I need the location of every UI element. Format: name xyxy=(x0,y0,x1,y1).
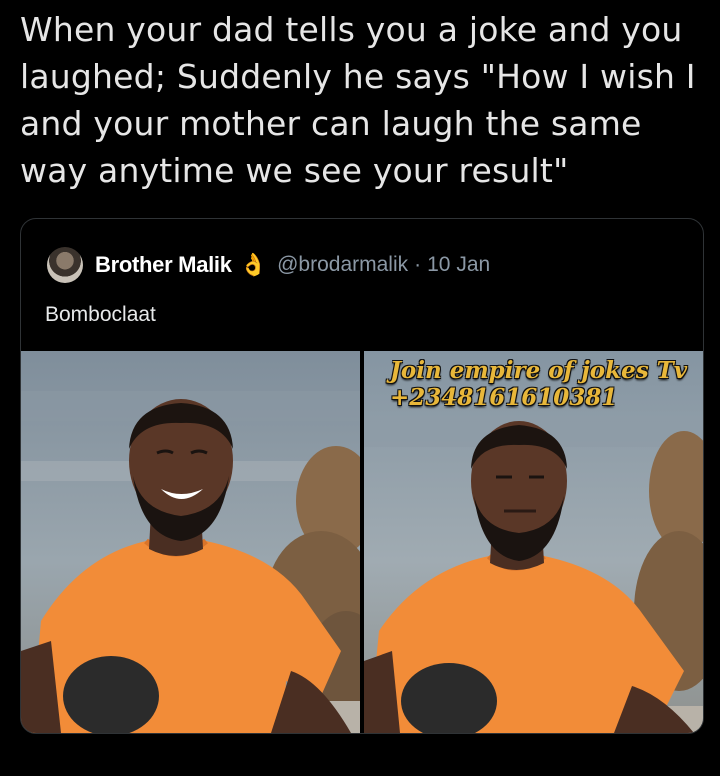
watermark-line-1: Join empire of jokes Tv xyxy=(390,357,688,384)
laughing-man-image xyxy=(21,351,360,733)
user-handle[interactable]: @brodarmalik xyxy=(277,253,408,277)
photo-serious-man[interactable]: Join empire of jokes Tv +2348161610381 xyxy=(364,351,703,733)
watermark-overlay: Join empire of jokes Tv +2348161610381 xyxy=(390,357,703,411)
quoted-tweet-text: Bomboclaat xyxy=(45,303,156,326)
separator-dot: · xyxy=(414,253,422,276)
watermark-line-2: +2348161610381 xyxy=(390,384,618,411)
display-name[interactable]: Brother Malik xyxy=(95,252,232,278)
photo-laughing-man[interactable] xyxy=(21,351,360,733)
media-grid: Join empire of jokes Tv +2348161610381 xyxy=(21,351,703,733)
quoted-tweet-header: Brother Malik 👌 @brodarmalik · 10 Jan xyxy=(47,245,490,285)
avatar[interactable] xyxy=(47,247,83,283)
post-text: When your dad tells you a joke and you l… xyxy=(20,10,696,190)
quoted-tweet-card[interactable]: Brother Malik 👌 @brodarmalik · 10 Jan Bo… xyxy=(20,218,704,734)
tweet-date[interactable]: 10 Jan xyxy=(427,253,490,277)
ok-hand-emoji-icon: 👌 xyxy=(239,252,268,278)
